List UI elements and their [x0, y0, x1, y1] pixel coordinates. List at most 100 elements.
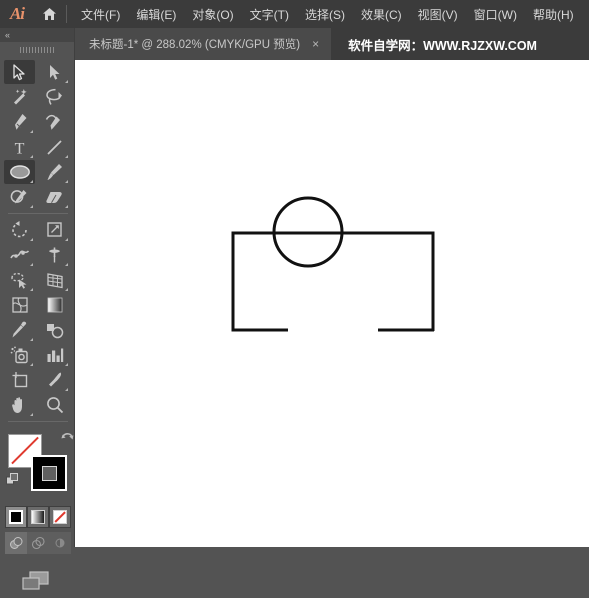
- tools-panel: « T: [0, 28, 76, 590]
- solid-color-icon: [9, 510, 23, 524]
- menu-help[interactable]: 帮助(H): [525, 0, 582, 28]
- close-icon[interactable]: ×: [312, 38, 319, 50]
- eyedropper-tool[interactable]: [4, 318, 35, 342]
- tool-flyout-indicator: [65, 388, 68, 391]
- curvature-tool[interactable]: [39, 110, 70, 134]
- tool-flyout-indicator: [65, 155, 68, 158]
- illustrator-window: Ai 文件(F) 编辑(E) 对象(O) 文字(T) 选择(S) 效果(C) 视…: [0, 0, 589, 590]
- collapse-panel-icon[interactable]: «: [5, 30, 10, 40]
- tool-flyout-indicator: [30, 413, 33, 416]
- app-logo: Ai: [9, 4, 25, 23]
- rotate-tool[interactable]: [4, 218, 35, 242]
- draw-mode-bar: [5, 532, 71, 554]
- fill-stroke-controls: [4, 432, 76, 498]
- document-tab-label: 未标题-1* @ 288.02% (CMYK/GPU 预览): [89, 39, 301, 51]
- column-graph-tool[interactable]: [39, 343, 70, 367]
- draw-inside-icon: [55, 538, 65, 548]
- tool-flyout-indicator: [30, 263, 33, 266]
- tool-flyout-indicator: [30, 288, 33, 291]
- tool-flyout-indicator: [30, 130, 33, 133]
- type-tool[interactable]: T: [4, 135, 35, 159]
- selection-tool[interactable]: [4, 60, 35, 84]
- change-screen-mode[interactable]: [0, 564, 72, 598]
- slice-tool[interactable]: [39, 368, 70, 392]
- none-swatch-icon: [53, 510, 67, 524]
- draw-behind-mode[interactable]: [27, 532, 49, 554]
- document-tab[interactable]: 未标题-1* @ 288.02% (CMYK/GPU 预览) ×: [75, 28, 332, 60]
- menu-divider: [66, 5, 67, 23]
- site-watermark: 软件自学网：WWW.RJZXW.COM: [348, 38, 537, 53]
- width-tool[interactable]: [4, 243, 35, 267]
- tool-divider-bottom: [8, 421, 68, 422]
- direct-selection-tool[interactable]: [39, 60, 70, 84]
- gradient-tool[interactable]: [39, 293, 70, 317]
- menu-select[interactable]: 选择(S): [297, 0, 353, 28]
- menu-edit[interactable]: 编辑(E): [128, 0, 184, 28]
- color-mode-bar: [5, 506, 71, 528]
- tool-flyout-indicator: [65, 80, 68, 83]
- perspective-grid-tool[interactable]: [39, 268, 70, 292]
- color-mode-none[interactable]: [49, 506, 71, 528]
- document-tab-bar: 未标题-1* @ 288.02% (CMYK/GPU 预览) × 软件自学网：W…: [75, 28, 589, 60]
- shaper-tool[interactable]: [4, 185, 35, 209]
- menu-file[interactable]: 文件(F): [73, 0, 128, 28]
- draw-behind-icon: [31, 536, 45, 550]
- menu-bar: Ai 文件(F) 编辑(E) 对象(O) 文字(T) 选择(S) 效果(C) 视…: [0, 0, 589, 28]
- tool-flyout-indicator: [65, 363, 68, 366]
- tool-flyout-indicator: [30, 180, 33, 183]
- blend-tool[interactable]: [39, 318, 70, 342]
- scale-tool[interactable]: [39, 218, 70, 242]
- tools-panel-header[interactable]: «: [0, 28, 74, 42]
- default-fill-stroke-icon[interactable]: [6, 473, 19, 486]
- ellipse-tool[interactable]: [4, 160, 35, 184]
- tool-flyout-indicator: [65, 205, 68, 208]
- gradient-swatch-icon: [31, 510, 45, 524]
- tool-flyout-indicator: [30, 338, 33, 341]
- tool-flyout-indicator: [30, 155, 33, 158]
- line-segment-tool[interactable]: [39, 135, 70, 159]
- tool-grid: T: [2, 60, 74, 426]
- menu-object[interactable]: 对象(O): [184, 0, 241, 28]
- tool-flyout-indicator: [65, 180, 68, 183]
- menu-view[interactable]: 视图(V): [410, 0, 466, 28]
- tool-flyout-indicator: [30, 238, 33, 241]
- tool-divider: [8, 213, 68, 214]
- lasso-tool[interactable]: [39, 85, 70, 109]
- svg-text:T: T: [15, 140, 25, 156]
- artwork-vector: [231, 196, 435, 332]
- artboard-canvas[interactable]: [75, 60, 589, 547]
- eraser-tool[interactable]: [39, 185, 70, 209]
- menu-type[interactable]: 文字(T): [242, 0, 297, 28]
- menu-effect[interactable]: 效果(C): [353, 0, 410, 28]
- pen-tool[interactable]: [4, 110, 35, 134]
- tools-panel-drag-handle[interactable]: [0, 42, 74, 58]
- draw-normal-icon: [10, 537, 23, 549]
- tool-flyout-indicator: [30, 363, 33, 366]
- tool-flyout-indicator: [30, 205, 33, 208]
- drag-grip-icon: [20, 47, 54, 53]
- stroke-swatch[interactable]: [31, 455, 67, 491]
- tool-flyout-indicator: [65, 238, 68, 241]
- tool-flyout-indicator: [65, 263, 68, 266]
- free-transform-tool[interactable]: [39, 243, 70, 267]
- draw-normal-mode[interactable]: [5, 532, 27, 554]
- menu-item-list: 文件(F) 编辑(E) 对象(O) 文字(T) 选择(S) 效果(C) 视图(V…: [73, 0, 582, 28]
- menu-window[interactable]: 窗口(W): [466, 0, 525, 28]
- shape-builder-tool[interactable]: [4, 268, 35, 292]
- mesh-tool[interactable]: [4, 293, 35, 317]
- paintbrush-tool[interactable]: [39, 160, 70, 184]
- artboard-tool[interactable]: [4, 368, 35, 392]
- stroke-swatch-inner: [41, 465, 57, 481]
- artwork-open-rectangle: [231, 231, 435, 331]
- home-icon[interactable]: [34, 0, 64, 28]
- zoom-tool[interactable]: [39, 393, 70, 417]
- swap-fill-stroke-icon[interactable]: [60, 432, 74, 446]
- magic-wand-tool[interactable]: [4, 85, 35, 109]
- symbol-sprayer-tool[interactable]: [4, 343, 35, 367]
- draw-inside-mode[interactable]: [49, 532, 71, 554]
- color-mode-gradient[interactable]: [27, 506, 49, 528]
- color-mode-solid[interactable]: [5, 506, 27, 528]
- hand-tool[interactable]: [4, 393, 35, 417]
- tool-flyout-indicator: [65, 288, 68, 291]
- screen-mode-icon: [22, 571, 49, 590]
